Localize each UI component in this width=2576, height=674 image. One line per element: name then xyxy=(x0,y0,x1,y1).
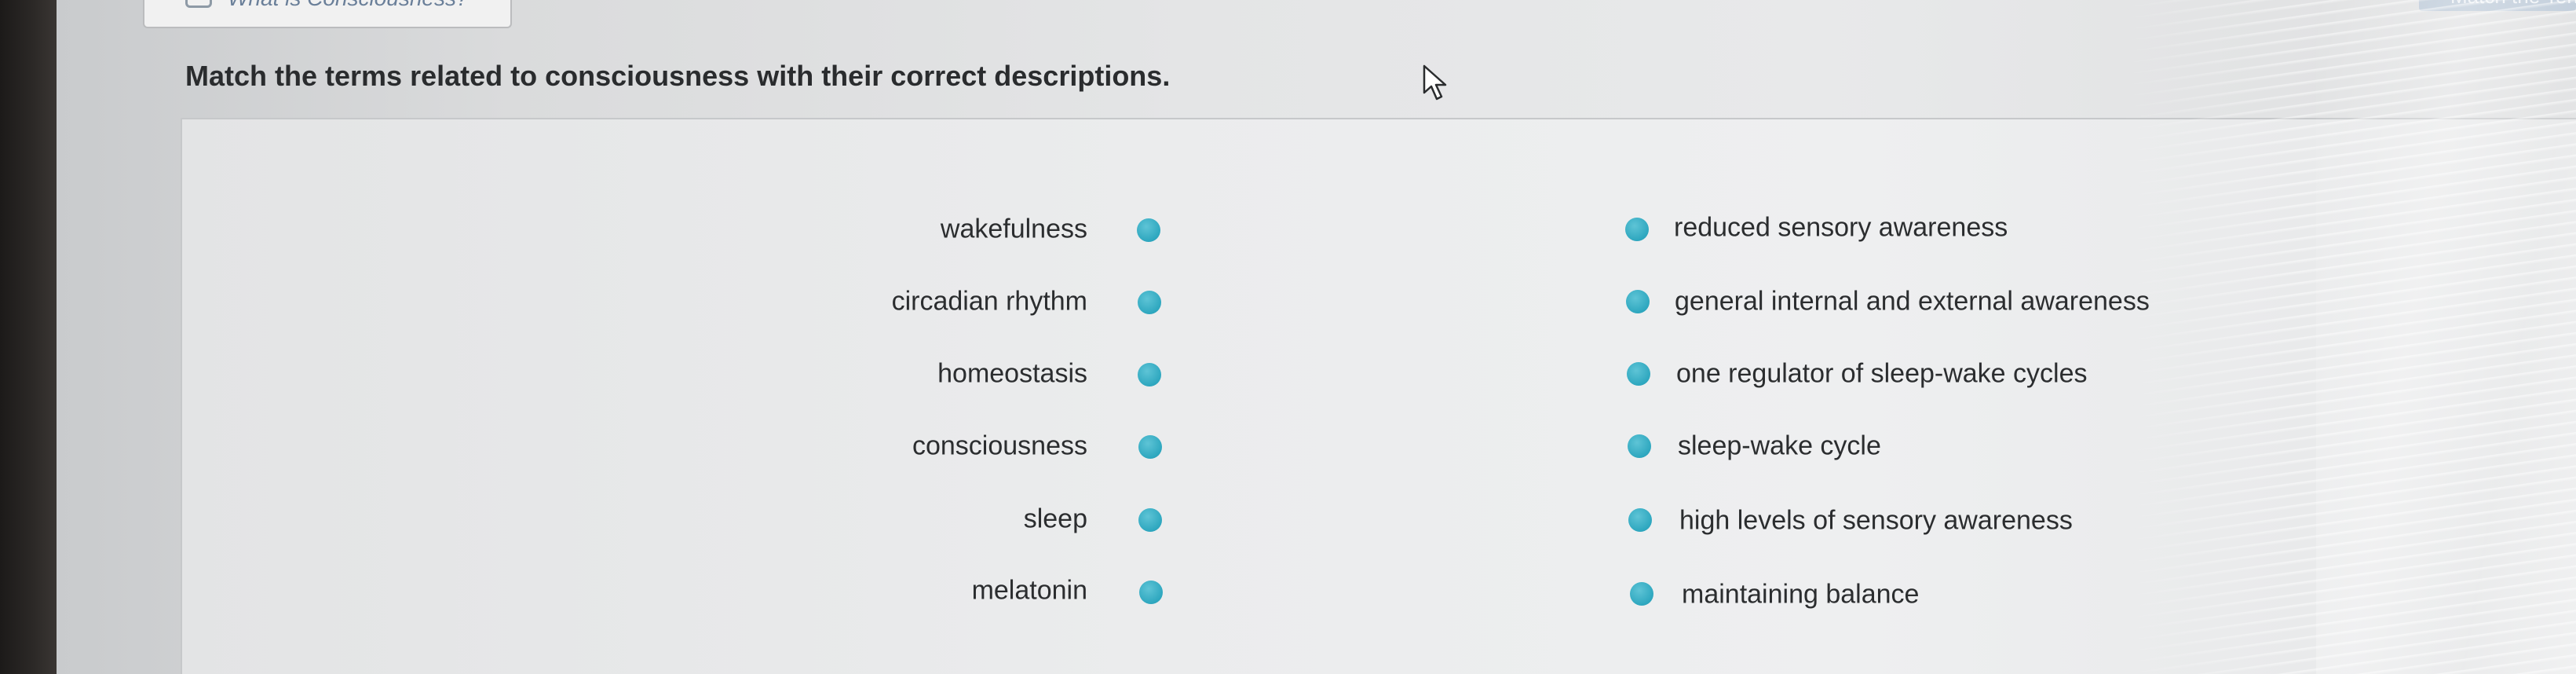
monitor-bezel xyxy=(0,0,57,674)
term-connector-dot[interactable] xyxy=(1137,218,1160,242)
term-connector-dot[interactable] xyxy=(1138,291,1161,314)
term-connector-dot[interactable] xyxy=(1138,508,1162,532)
description-connector-dot[interactable] xyxy=(1625,218,1649,241)
matching-panel xyxy=(181,118,2576,674)
description-high-sensory-awareness: high levels of sensory awareness xyxy=(1679,505,2073,536)
term-consciousness: consciousness xyxy=(912,430,1087,461)
book-icon xyxy=(185,0,212,8)
question-prompt: Match the terms related to consciousness… xyxy=(185,60,1171,92)
term-circadian-rhythm: circadian rhythm xyxy=(891,286,1087,317)
term-wakefulness: wakefulness xyxy=(940,214,1087,244)
description-connector-dot[interactable] xyxy=(1630,582,1653,606)
term-connector-dot[interactable] xyxy=(1139,581,1163,604)
term-melatonin: melatonin xyxy=(971,575,1087,606)
term-sleep: sleep xyxy=(1023,504,1087,534)
description-connector-dot[interactable] xyxy=(1628,508,1652,532)
description-reduced-sensory-awareness: reduced sensory awareness xyxy=(1674,212,2008,243)
description-connector-dot[interactable] xyxy=(1627,362,1650,386)
topic-tab[interactable]: What is Consciousness? xyxy=(143,0,512,28)
description-maintaining-balance: maintaining balance xyxy=(1682,579,1920,610)
description-connector-dot[interactable] xyxy=(1628,434,1651,458)
top-right-button-label: Match the Terms xyxy=(2450,0,2576,9)
term-homeostasis: homeostasis xyxy=(937,358,1087,389)
term-connector-dot[interactable] xyxy=(1138,363,1161,386)
topic-tab-label: What is Consciousness? xyxy=(228,0,469,11)
description-sleep-wake-cycle: sleep-wake cycle xyxy=(1678,430,1881,461)
description-general-awareness: general internal and external awareness xyxy=(1675,286,2150,317)
term-connector-dot[interactable] xyxy=(1138,435,1162,459)
top-right-button[interactable]: Match the Terms xyxy=(2419,0,2576,11)
description-connector-dot[interactable] xyxy=(1626,290,1650,313)
mouse-pointer-icon xyxy=(1423,64,1447,101)
description-sleep-wake-regulator: one regulator of sleep-wake cycles xyxy=(1676,358,2088,389)
